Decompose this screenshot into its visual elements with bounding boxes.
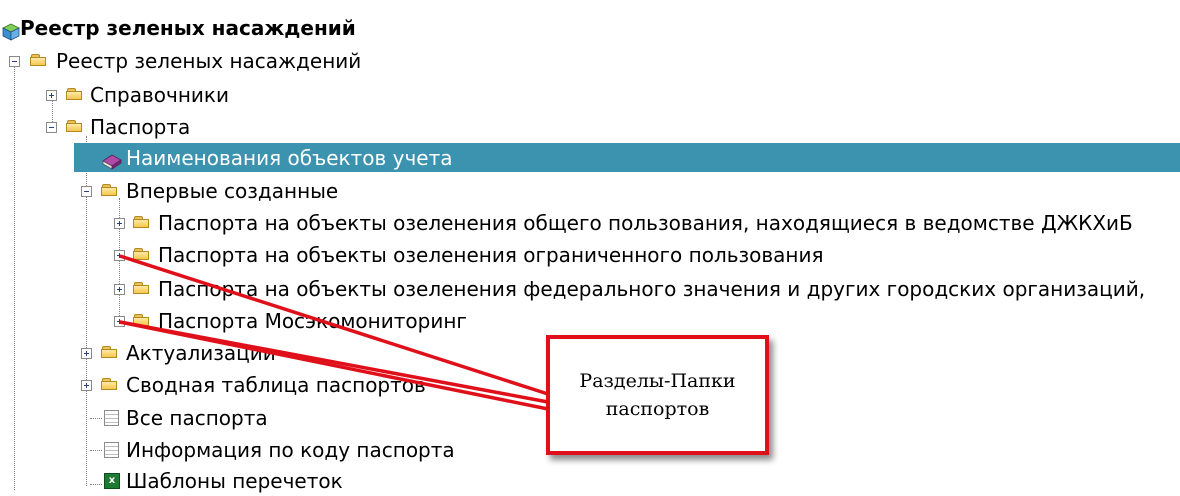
callout-line-2: паспортов <box>605 398 710 420</box>
callout-box: Разделы-Папки паспортов <box>546 335 769 455</box>
callout-line-1: Разделы-Папки <box>579 370 736 392</box>
callout-arrow-line <box>119 320 549 411</box>
callout-arrow-line <box>119 254 549 396</box>
